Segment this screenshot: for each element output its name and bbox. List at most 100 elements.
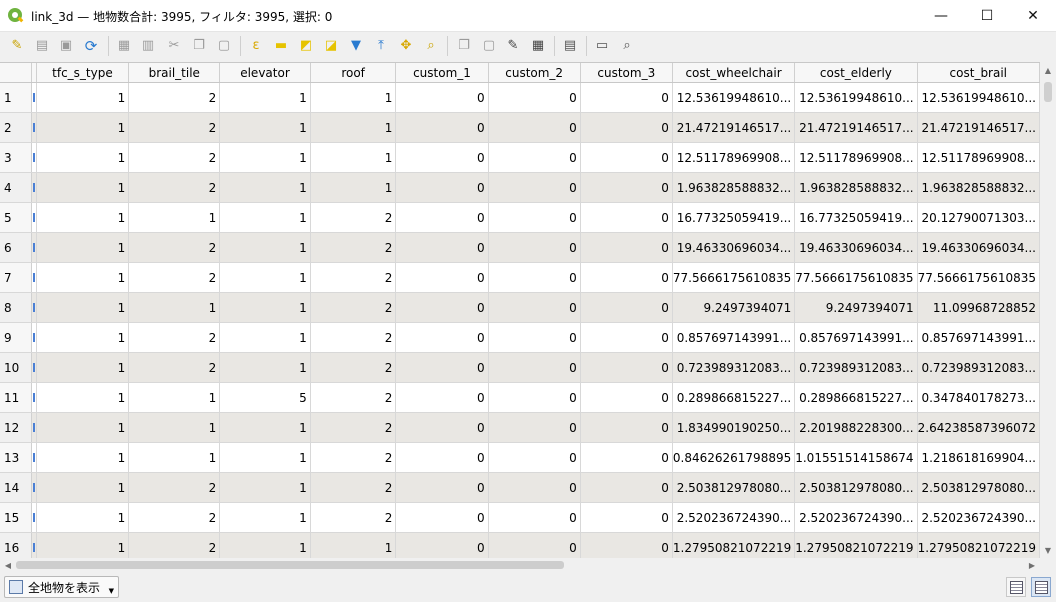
cell-custom-3[interactable]: 0 bbox=[580, 412, 673, 443]
scroll-right-icon[interactable]: ▶ bbox=[1024, 557, 1040, 573]
cell-custom-1[interactable]: 0 bbox=[395, 262, 489, 293]
cell-cost-brail[interactable]: 2.503812978080... bbox=[917, 472, 1040, 503]
form-view-button[interactable] bbox=[1006, 577, 1026, 597]
row-selection-marker[interactable] bbox=[31, 442, 37, 473]
cell-cost-elderly[interactable]: 0.857697143991... bbox=[794, 322, 918, 353]
row-header[interactable]: 3 bbox=[0, 142, 33, 173]
cell-cost-elderly[interactable]: 0.723989312083... bbox=[794, 352, 918, 383]
cell-cost-brail[interactable]: 77.5666175610835 bbox=[917, 262, 1040, 293]
cell-roof[interactable]: 1 bbox=[310, 532, 397, 559]
cell-elevator[interactable]: 1 bbox=[219, 142, 311, 173]
table-row[interactable]: 7 1 2 1 2 0 0 0 77.5666175610835 77.5666175610835… bbox=[0, 262, 1040, 293]
cell-elevator[interactable]: 1 bbox=[219, 322, 311, 353]
row-selection-marker[interactable] bbox=[31, 502, 37, 533]
cell-roof[interactable]: 2 bbox=[310, 262, 397, 293]
row-selection-marker[interactable] bbox=[31, 532, 37, 559]
cell-elevator[interactable]: 5 bbox=[219, 382, 311, 413]
cell-custom-2[interactable]: 0 bbox=[488, 82, 581, 113]
copy-cells-icon[interactable]: ❐ bbox=[456, 38, 472, 54]
cell-cost-elderly[interactable]: 2.503812978080... bbox=[794, 472, 918, 503]
close-button[interactable]: ✕ bbox=[1010, 0, 1056, 31]
cell-brail-tile[interactable]: 2 bbox=[128, 232, 221, 263]
cell-elevator[interactable]: 1 bbox=[219, 172, 311, 203]
column-header-custom-2[interactable]: custom_2 bbox=[488, 63, 581, 83]
cell-roof[interactable]: 2 bbox=[310, 472, 397, 503]
cell-roof[interactable]: 2 bbox=[310, 412, 397, 443]
row-header[interactable]: 7 bbox=[0, 262, 33, 293]
row-selection-marker[interactable] bbox=[31, 112, 37, 143]
copy-icon[interactable]: ❐ bbox=[191, 38, 207, 54]
cell-elevator[interactable]: 1 bbox=[219, 82, 311, 113]
cell-roof[interactable]: 2 bbox=[310, 442, 397, 473]
cell-cost-brail[interactable]: 1.27950821072219 bbox=[917, 532, 1040, 559]
cell-cost-wheelchair[interactable]: 1.963828588832... bbox=[672, 172, 796, 203]
cell-custom-2[interactable]: 0 bbox=[488, 502, 581, 533]
row-header[interactable]: 8 bbox=[0, 292, 33, 323]
filter-icon[interactable]: ▼ bbox=[348, 38, 364, 54]
cell-brail-tile[interactable]: 2 bbox=[128, 532, 221, 559]
cell-cost-elderly[interactable]: 12.51178969908... bbox=[794, 142, 918, 173]
cell-tfc-s-type[interactable]: 1 bbox=[36, 502, 130, 533]
cell-custom-3[interactable]: 0 bbox=[580, 232, 673, 263]
row-selection-marker[interactable] bbox=[31, 202, 37, 233]
cell-tfc-s-type[interactable]: 1 bbox=[36, 532, 130, 559]
cell-brail-tile[interactable]: 1 bbox=[128, 292, 221, 323]
row-header[interactable]: 15 bbox=[0, 502, 33, 533]
cell-custom-1[interactable]: 0 bbox=[395, 502, 489, 533]
cell-cost-brail[interactable]: 20.12790071303... bbox=[917, 202, 1040, 233]
scroll-up-icon[interactable]: ▲ bbox=[1040, 62, 1056, 78]
cell-cost-brail[interactable]: 1.963828588832... bbox=[917, 172, 1040, 203]
table-row[interactable]: 9 1 2 1 2 0 0 0 0.857697143991... 0.857697143991.… bbox=[0, 322, 1040, 353]
invert-selection-icon[interactable]: ◩ bbox=[298, 38, 314, 54]
cell-custom-3[interactable]: 0 bbox=[580, 382, 673, 413]
cell-elevator[interactable]: 1 bbox=[219, 112, 311, 143]
cell-cost-brail[interactable]: 19.46330696034... bbox=[917, 232, 1040, 263]
cell-custom-2[interactable]: 0 bbox=[488, 352, 581, 383]
cell-custom-3[interactable]: 0 bbox=[580, 472, 673, 503]
actions-icon[interactable]: ▤ bbox=[562, 38, 578, 54]
row-header[interactable]: 12 bbox=[0, 412, 33, 443]
table-row[interactable]: 12 1 1 1 2 0 0 0 1.834990190250... 2.201988228300… bbox=[0, 412, 1040, 443]
cell-tfc-s-type[interactable]: 1 bbox=[36, 82, 130, 113]
row-selection-marker[interactable] bbox=[31, 142, 37, 173]
cell-cost-brail[interactable]: 2.64238587396072 bbox=[917, 412, 1040, 443]
cell-cost-wheelchair[interactable]: 12.51178969908... bbox=[672, 142, 796, 173]
move-top-icon[interactable]: ⤒ bbox=[373, 38, 389, 54]
cell-custom-1[interactable]: 0 bbox=[395, 382, 489, 413]
table-row[interactable]: 6 1 2 1 2 0 0 0 19.46330696034... 19.46330696034.… bbox=[0, 232, 1040, 263]
cell-custom-3[interactable]: 0 bbox=[580, 502, 673, 533]
column-header-brail-tile[interactable]: brail_tile bbox=[128, 63, 221, 83]
column-header-elevator[interactable]: elevator bbox=[219, 63, 311, 83]
row-selection-marker[interactable] bbox=[31, 292, 37, 323]
cell-roof[interactable]: 2 bbox=[310, 322, 397, 353]
row-selection-marker[interactable] bbox=[31, 382, 37, 413]
cell-roof[interactable]: 2 bbox=[310, 292, 397, 323]
cell-cost-wheelchair[interactable]: 21.47219146517... bbox=[672, 112, 796, 143]
cell-tfc-s-type[interactable]: 1 bbox=[36, 202, 130, 233]
cell-cost-wheelchair[interactable]: 77.5666175610835 bbox=[672, 262, 796, 293]
cell-cost-wheelchair[interactable]: 0.857697143991... bbox=[672, 322, 796, 353]
cell-roof[interactable]: 2 bbox=[310, 202, 397, 233]
row-header[interactable]: 11 bbox=[0, 382, 33, 413]
table-row[interactable]: 11 1 1 5 2 0 0 0 0.289866815227... 0.289866815227… bbox=[0, 382, 1040, 413]
minimize-button[interactable]: — bbox=[918, 0, 964, 31]
table-row[interactable]: 3 1 2 1 1 0 0 0 12.51178969908... 12.51178969908.… bbox=[0, 142, 1040, 173]
cell-custom-1[interactable]: 0 bbox=[395, 442, 489, 473]
column-header-cost-brail[interactable]: cost_brail bbox=[917, 63, 1040, 83]
cell-brail-tile[interactable]: 2 bbox=[128, 82, 221, 113]
table-row[interactable]: 5 1 1 1 2 0 0 0 16.77325059419... 16.77325059419.… bbox=[0, 202, 1040, 233]
cell-cost-brail[interactable]: 2.520236724390... bbox=[917, 502, 1040, 533]
cell-custom-1[interactable]: 0 bbox=[395, 292, 489, 323]
cell-custom-2[interactable]: 0 bbox=[488, 202, 581, 233]
cell-brail-tile[interactable]: 1 bbox=[128, 442, 221, 473]
cell-custom-2[interactable]: 0 bbox=[488, 412, 581, 443]
table-row[interactable]: 8 1 1 1 2 0 0 0 9.2497394071 9.2497394071 11.09968… bbox=[0, 292, 1040, 323]
cell-roof[interactable]: 1 bbox=[310, 142, 397, 173]
row-header[interactable]: 4 bbox=[0, 172, 33, 203]
corner-cell[interactable] bbox=[0, 63, 33, 83]
cell-cost-brail[interactable]: 21.47219146517... bbox=[917, 112, 1040, 143]
cell-cost-wheelchair[interactable]: 0.84626261798895 bbox=[672, 442, 796, 473]
row-selection-marker[interactable] bbox=[31, 352, 37, 383]
cell-cost-brail[interactable]: 1.218618169904... bbox=[917, 442, 1040, 473]
row-header[interactable]: 2 bbox=[0, 112, 33, 143]
